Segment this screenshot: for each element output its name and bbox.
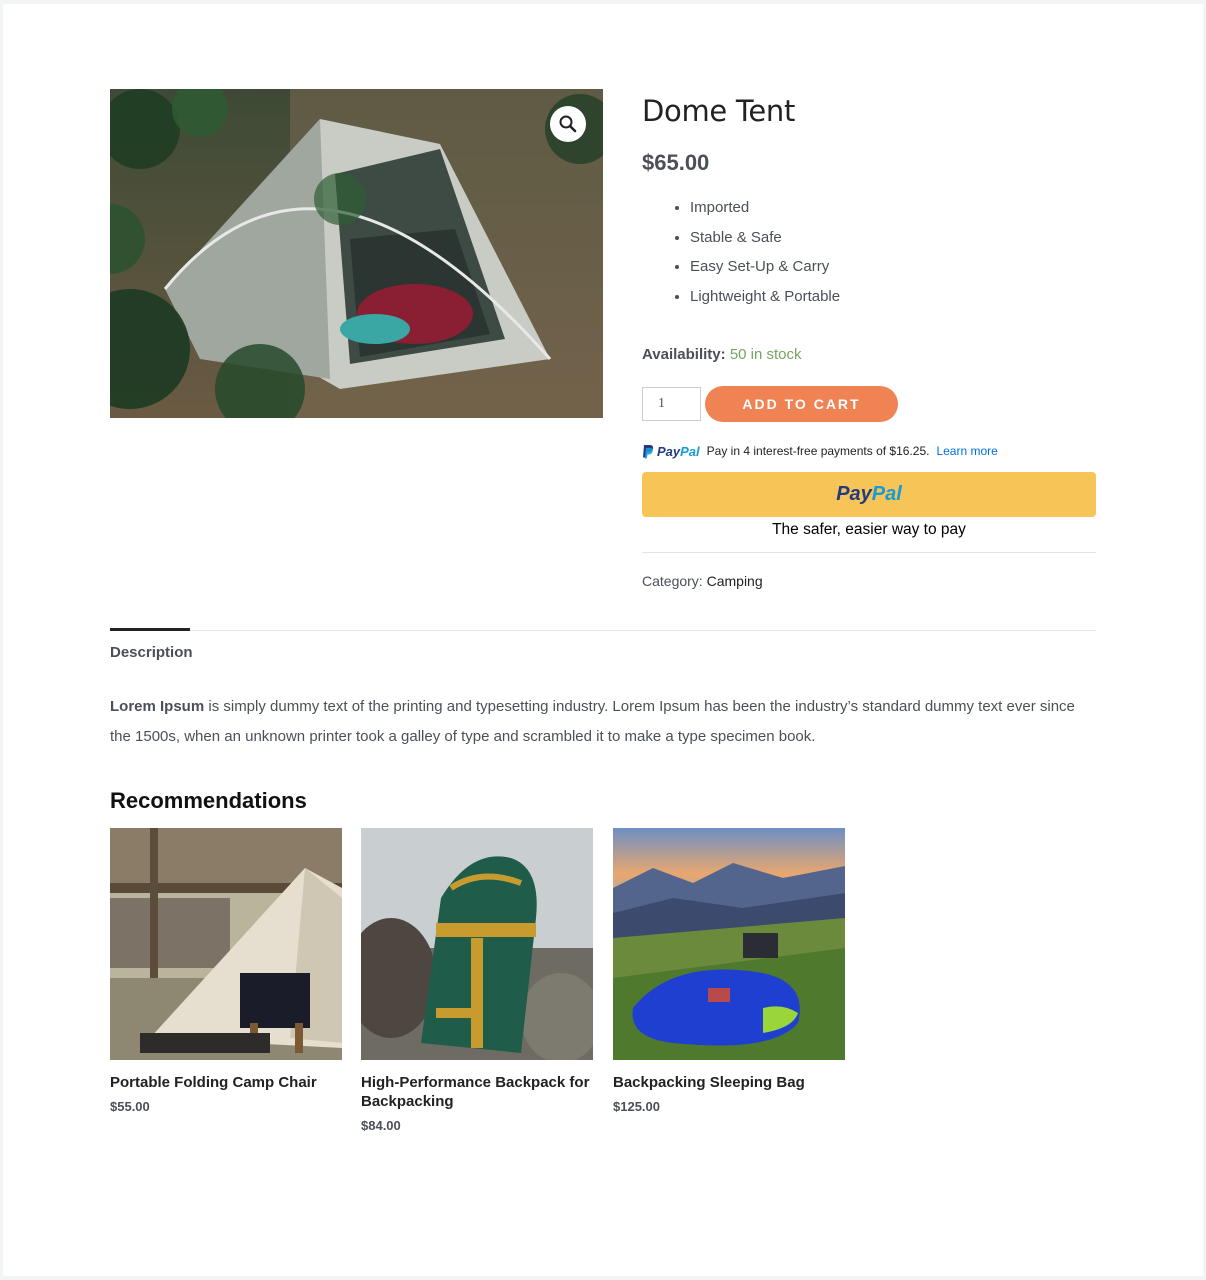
product-name[interactable]: Backpacking Sleeping Bag xyxy=(613,1073,845,1092)
paypal-logo-pal: Pal xyxy=(680,443,700,459)
feature-list: Imported Stable & Safe Easy Set-Up & Car… xyxy=(642,193,1096,311)
page: Dome Tent $65.00 Imported Stable & Safe … xyxy=(3,4,1203,1276)
active-tab-indicator xyxy=(110,628,190,631)
paypal-icon xyxy=(643,444,654,458)
sleeping-bag-image xyxy=(613,828,845,1060)
recommendations-heading: Recommendations xyxy=(110,788,307,813)
description-body: is simply dummy text of the printing and… xyxy=(110,698,1075,745)
feature-item: Imported xyxy=(690,193,1096,223)
product-thumbnail[interactable] xyxy=(613,828,845,1060)
product-price: $65.00 xyxy=(642,150,710,175)
paypal-paylater-message: PayPal Pay in 4 interest-free payments o… xyxy=(642,443,1096,459)
paypal-tagline: The safer, easier way to pay xyxy=(772,521,966,538)
category-label: Category: xyxy=(642,573,703,589)
zoom-button[interactable] xyxy=(550,106,586,142)
product-name[interactable]: Portable Folding Camp Chair xyxy=(110,1073,342,1092)
feature-item: Easy Set-Up & Carry xyxy=(690,252,1096,282)
product-thumbnail[interactable] xyxy=(361,828,593,1060)
product-card[interactable]: Backpacking Sleeping Bag $125.00 xyxy=(613,828,845,1114)
product-price: $55.00 xyxy=(110,1099,150,1114)
recommendations-grid: Portable Folding Camp Chair $55.00 High-… xyxy=(110,828,850,1148)
category-link[interactable]: Camping xyxy=(707,573,763,589)
availability: Availability: 50 in stock xyxy=(642,345,1096,365)
product-category: Category: Camping xyxy=(642,572,1096,590)
paypal-button-pay: Pay xyxy=(836,483,872,505)
product-name[interactable]: High-Performance Backpack for Backpackin… xyxy=(361,1073,593,1111)
product-summary: Dome Tent $65.00 Imported Stable & Safe … xyxy=(642,89,1096,590)
feature-item: Lightweight & Portable xyxy=(690,282,1096,312)
paypal-checkout-button[interactable]: Pay Pal xyxy=(642,472,1096,517)
dome-tent-image xyxy=(110,89,603,418)
product-price: $84.00 xyxy=(361,1118,401,1133)
learn-more-link[interactable]: Learn more xyxy=(936,444,997,458)
camp-chair-image xyxy=(110,828,342,1060)
product-card[interactable]: Portable Folding Camp Chair $55.00 xyxy=(110,828,342,1114)
quantity-input[interactable] xyxy=(642,387,701,421)
add-to-cart-button[interactable]: ADD TO CART xyxy=(705,386,898,422)
paylater-text: Pay in 4 interest-free payments of $16.2… xyxy=(706,444,930,458)
product-price: $125.00 xyxy=(613,1099,660,1114)
feature-item: Stable & Safe xyxy=(690,223,1096,253)
backpack-image xyxy=(361,828,593,1060)
stock-status: 50 in stock xyxy=(729,346,802,363)
product-image-gallery[interactable] xyxy=(110,89,603,418)
magnifier-icon xyxy=(559,115,577,133)
availability-label: Availability: xyxy=(642,346,726,363)
paypal-logo-pay: Pay xyxy=(657,443,681,459)
paypal-logo-text: PayPal xyxy=(657,444,700,459)
add-to-cart-row: ADD TO CART xyxy=(642,386,1096,422)
product-thumbnail[interactable] xyxy=(110,828,342,1060)
description-lead: Lorem Ipsum xyxy=(110,698,205,715)
product-tabs: Description xyxy=(110,628,1096,661)
product-title: Dome Tent xyxy=(642,94,796,128)
product-card[interactable]: High-Performance Backpack for Backpackin… xyxy=(361,828,593,1133)
divider xyxy=(642,552,1096,553)
description-text: Lorem Ipsum is simply dummy text of the … xyxy=(110,692,1096,752)
paypal-button-pal: Pal xyxy=(871,483,902,505)
tab-description[interactable]: Description xyxy=(110,644,193,661)
